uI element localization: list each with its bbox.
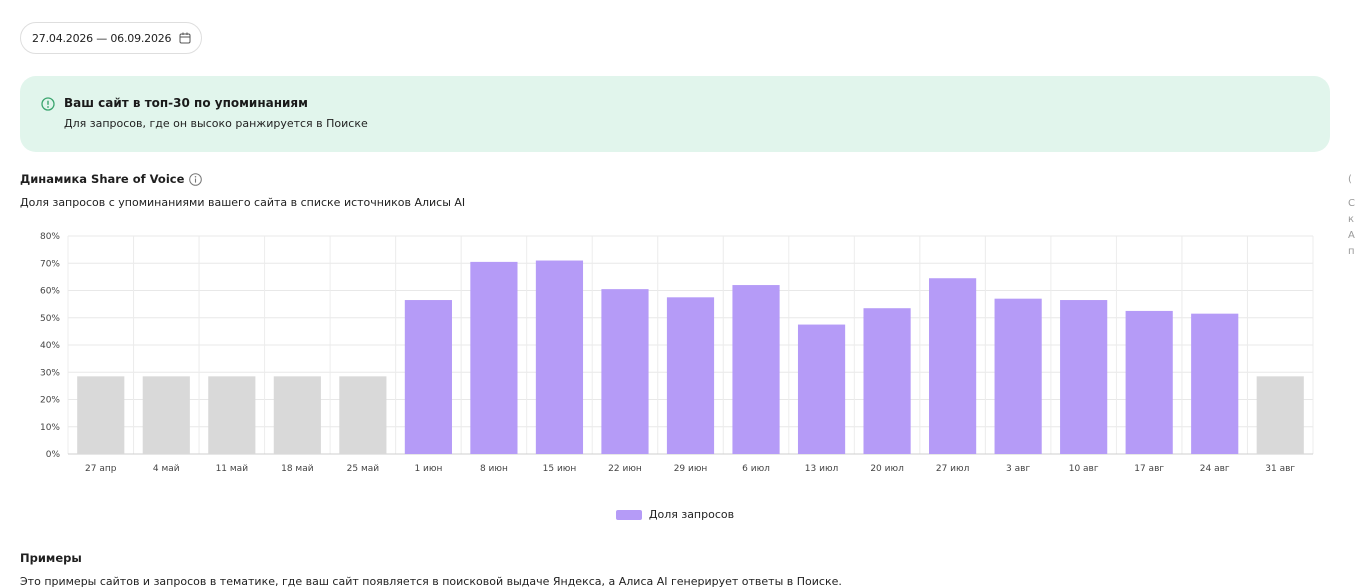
y-tick-label: 0% [46, 450, 61, 460]
bar[interactable] [797, 324, 846, 454]
x-tick-label: 27 июл [936, 464, 970, 474]
date-range-value: 27.04.2026 — 06.09.2026 [32, 31, 172, 45]
bar[interactable] [470, 261, 518, 454]
bar[interactable] [77, 376, 125, 454]
side-peek-char: п [1348, 246, 1355, 257]
bar[interactable] [1060, 300, 1108, 454]
bar[interactable] [1125, 310, 1173, 454]
y-tick-label: 70% [40, 259, 60, 269]
bar[interactable] [601, 289, 649, 454]
alert-title: Ваш сайт в топ-30 по упоминаниям [64, 96, 308, 110]
side-peek-char: А [1348, 230, 1355, 241]
sov-bar-chart: 0% 10% 20% 30% 40% 50% 60% 70% 80% 27 апр 4 май 11 … [40, 232, 1314, 474]
side-peek-char: С [1348, 198, 1355, 209]
top30-alert: Ваш сайт в топ-30 по упоминаниям Для зап… [20, 76, 1330, 152]
x-tick-label: 4 май [153, 464, 180, 474]
sov-title-text: Динамика Share of Voice [20, 172, 185, 186]
legend-label: Доля запросов [648, 508, 735, 521]
date-range-picker[interactable]: 27.04.2026 — 06.09.2026 [20, 22, 202, 54]
bar[interactable] [404, 300, 452, 454]
y-tick-label: 10% [40, 423, 60, 433]
y-tick-label: 80% [40, 232, 60, 242]
x-tick-label: 17 авг [1134, 464, 1164, 474]
y-tick-label: 50% [40, 314, 60, 324]
bar[interactable] [1256, 376, 1304, 454]
x-tick-label: 29 июн [674, 464, 708, 474]
bar[interactable] [929, 278, 977, 454]
calendar-icon[interactable] [179, 32, 191, 44]
bar[interactable] [339, 376, 387, 454]
x-tick-label: 10 авг [1069, 464, 1099, 474]
x-tick-label: 3 авг [1006, 464, 1030, 474]
bar[interactable] [535, 260, 584, 454]
x-tick-label: 18 май [281, 464, 314, 474]
x-tick-label: 31 авг [1265, 464, 1295, 474]
alert-subtitle: Для запросов, где он высоко ранжируется … [64, 117, 368, 130]
sov-section-title: Динамика Share of Voice [20, 172, 203, 186]
x-tick-label: 6 июл [742, 464, 770, 474]
x-tick-label: 11 май [216, 464, 249, 474]
y-tick-label: 40% [40, 341, 60, 351]
bar[interactable] [994, 298, 1042, 454]
x-tick-label: 15 июн [543, 464, 577, 474]
x-tick-label: 22 июн [608, 464, 642, 474]
bar[interactable] [732, 285, 780, 454]
bar[interactable] [666, 297, 715, 454]
legend-swatch [615, 509, 642, 520]
x-tick-label: 20 июл [870, 464, 904, 474]
examples-title: Примеры [20, 551, 82, 565]
y-tick-label: 20% [40, 396, 60, 406]
bar[interactable] [273, 376, 321, 454]
bar[interactable] [208, 376, 256, 454]
side-peek-char: ( [1348, 174, 1352, 185]
bar[interactable] [1191, 313, 1239, 454]
y-tick-label: 30% [40, 368, 60, 378]
x-tick-label: 24 авг [1200, 464, 1230, 474]
x-tick-label: 13 июл [805, 464, 839, 474]
side-peek-char: к [1348, 214, 1355, 225]
bar[interactable] [142, 376, 190, 454]
sov-subtitle: Доля запросов с упоминаниями вашего сайт… [20, 196, 466, 209]
check-circle-icon [41, 97, 55, 111]
chart-legend[interactable]: Доля запросов [0, 508, 1350, 521]
bar[interactable] [863, 308, 911, 454]
y-tick-label: 60% [40, 287, 60, 297]
x-tick-label: 1 июн [414, 464, 442, 474]
side-panel-peek: ( С к А п [1348, 172, 1355, 260]
x-tick-label: 8 июн [480, 464, 508, 474]
x-tick-label: 27 апр [85, 464, 117, 474]
examples-subtitle: Это примеры сайтов и запросов в тематике… [20, 575, 842, 588]
info-icon[interactable] [189, 172, 203, 186]
x-tick-label: 25 май [347, 464, 380, 474]
